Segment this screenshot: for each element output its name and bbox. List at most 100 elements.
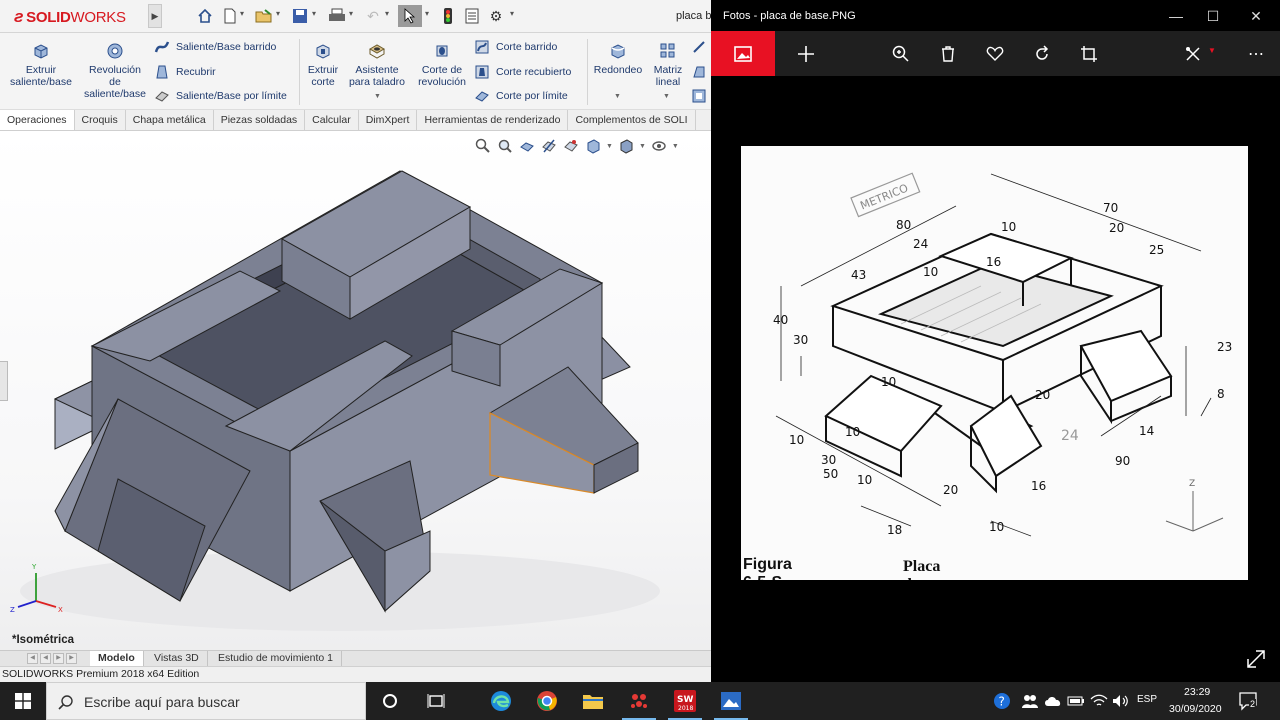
action-center-button[interactable]: 2 [1238,691,1260,716]
revolve-cut-label: Corte de revolución [418,64,466,88]
swept-boss-button[interactable]: Saliente/Base barrido [154,39,276,55]
print-dropdown-chevron-icon[interactable]: ▾ [349,9,353,18]
favorite-button[interactable] [983,42,1007,66]
undo-icon[interactable]: ↶ [363,6,383,26]
file-properties-icon[interactable] [462,6,482,26]
tab-piezas-soldadas[interactable]: Piezas soldadas [214,110,306,130]
volume-icon[interactable] [1112,692,1130,710]
wifi-icon[interactable] [1090,692,1108,710]
linear-pattern-dropdown-chevron-icon[interactable]: ▼ [663,93,670,100]
home-icon[interactable] [195,6,215,26]
task-view-button[interactable] [413,682,459,720]
battery-icon[interactable] [1067,692,1085,710]
cortana-button[interactable] [367,682,413,720]
tab-chapa-metalica[interactable]: Chapa metálica [126,110,214,130]
boundary-cut-label: Corte por límite [496,90,568,102]
save-dropdown-chevron-icon[interactable]: ▾ [312,9,316,18]
graphics-area[interactable]: ▼ ▼ ▼ Y X Z *Isométrica [0,131,711,650]
clock-date[interactable]: 30/09/2020 [1169,703,1222,715]
edit-dropdown-chevron-icon[interactable]: ▼ [1208,46,1216,55]
help-icon[interactable]: ? [993,692,1011,710]
new-dropdown-chevron-icon[interactable]: ▾ [240,9,244,18]
draft-button[interactable] [691,64,711,80]
taskbar-app-red[interactable] [616,682,662,720]
tab-operaciones[interactable]: Operaciones [0,110,75,130]
lofted-cut-button[interactable]: Corte recubierto [474,64,571,80]
hole-wizard-button[interactable]: Asistente para taladro [346,41,408,88]
taskbar-solidworks[interactable]: SW 2018 [662,682,708,720]
shell-button[interactable] [691,88,711,104]
revolve-cut-button[interactable]: Corte de revolución [412,41,472,88]
options-gear-icon[interactable]: ⚙ [486,6,506,26]
lofted-cut-icon [474,64,490,80]
select-dropdown-chevron-icon[interactable]: ▾ [425,9,429,18]
boundary-boss-icon [154,88,170,104]
open-folder-icon[interactable] [254,6,274,26]
traffic-light-rebuild-icon[interactable] [438,6,458,26]
fillet-button[interactable]: Redondeo [590,41,646,76]
rib-button[interactable] [691,39,711,55]
dim-20-bottom: 20 [943,483,958,497]
extrude-cut-button[interactable]: Extruir corte [303,41,343,88]
rotate-button[interactable] [1030,42,1054,66]
close-button[interactable]: ✕ [1244,6,1268,26]
maximize-button[interactable]: ☐ [1201,6,1225,26]
taskbar-chrome[interactable] [524,682,570,720]
undo-dropdown-chevron-icon[interactable]: ▾ [385,9,389,18]
next-tab-nav-icon[interactable]: ▶ [53,653,64,664]
tab-estudio-movimiento[interactable]: Estudio de movimiento 1 [210,651,342,667]
solidworks-logo[interactable]: ƨ SOLID WORKS [14,6,126,28]
save-icon[interactable] [290,6,310,26]
fillet-dropdown-chevron-icon[interactable]: ▼ [614,93,621,100]
hole-wizard-dropdown-chevron-icon[interactable]: ▼ [374,93,381,100]
delete-button[interactable] [936,42,960,66]
taskbar-search-box[interactable]: Escribe aquí para buscar [46,682,366,720]
more-options-icon[interactable]: ⋯ [1244,42,1268,66]
image-icon [734,45,752,62]
select-cursor-icon[interactable] [398,5,422,27]
open-dropdown-chevron-icon[interactable]: ▾ [276,9,280,18]
extrude-boss-button[interactable]: Extruir saliente/base [8,41,74,88]
clock-time[interactable]: 23:29 [1184,686,1210,698]
base-plate-3d-model[interactable] [0,131,711,650]
menu-expand-arrow-icon[interactable]: ▶ [148,4,162,28]
print-icon[interactable] [327,6,347,26]
input-language-indicator[interactable]: ESP [1137,694,1157,705]
tab-calcular[interactable]: Calcular [305,110,359,130]
svg-text:X: X [58,606,63,613]
boundary-boss-button[interactable]: Saliente/Base por límite [154,88,287,104]
dim-30-left: 30 [793,333,808,347]
revolve-boss-button[interactable]: Revolución de saliente/base [82,41,148,100]
tab-dimxpert[interactable]: DimXpert [359,110,418,130]
add-to-button[interactable] [794,42,818,66]
swept-cut-button[interactable]: Corte barrido [474,39,557,55]
tab-vistas-3d[interactable]: Vistas 3D [146,651,208,667]
tab-croquis[interactable]: Croquis [75,110,126,130]
people-icon[interactable] [1021,692,1039,710]
dim-10-left: 10 [789,433,804,447]
last-tab-nav-icon[interactable]: ▶ [66,653,77,664]
first-tab-nav-icon[interactable]: ◀ [27,653,38,664]
minimize-button[interactable]: — [1164,6,1188,26]
loft-button[interactable]: Recubrir [154,64,216,80]
boundary-cut-button[interactable]: Corte por límite [474,88,568,104]
tab-herramientas-renderizado[interactable]: Herramientas de renderizado [417,110,569,130]
taskbar-photos[interactable] [708,682,754,720]
tab-complementos[interactable]: Complementos de SOLI [568,110,696,130]
onedrive-cloud-icon[interactable] [1044,692,1062,710]
taskbar-edge[interactable] [478,682,524,720]
zoom-button[interactable] [889,42,913,66]
edit-create-button[interactable] [1181,42,1205,66]
taskbar-file-explorer[interactable] [570,682,616,720]
dim-10-mid: 10 [881,375,896,389]
crop-button[interactable] [1077,42,1101,66]
tab-modelo[interactable]: Modelo [90,651,144,667]
prev-tab-nav-icon[interactable]: ◀ [40,653,51,664]
zoom-in-icon [892,45,909,62]
full-screen-button[interactable] [1245,648,1267,670]
see-all-photos-button[interactable] [711,31,775,76]
linear-pattern-button[interactable]: Matriz lineal [650,41,686,88]
start-button[interactable] [0,682,46,720]
new-document-icon[interactable] [220,6,240,26]
options-dropdown-chevron-icon[interactable]: ▾ [510,9,514,18]
